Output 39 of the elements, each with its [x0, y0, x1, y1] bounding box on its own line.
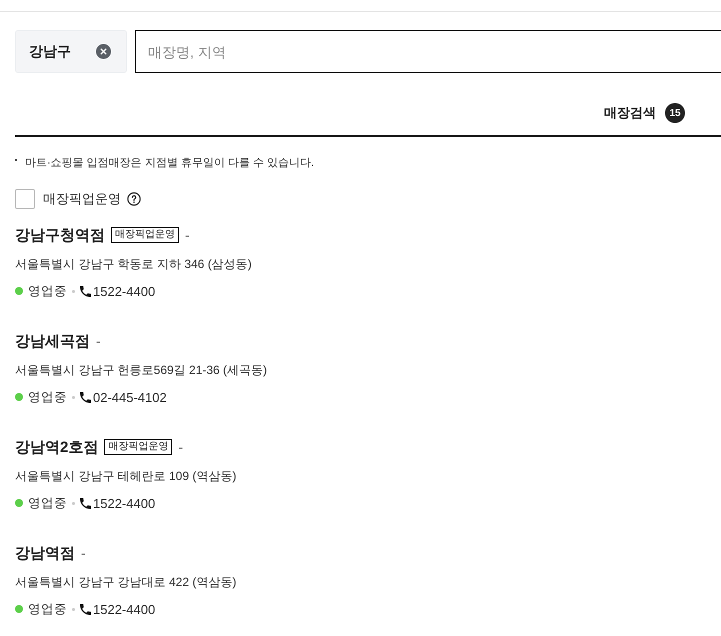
- pickup-badge: 매장픽업운영: [111, 227, 179, 243]
- phone-number: 02-445-4102: [93, 390, 167, 404]
- store-name[interactable]: 강남역점: [15, 544, 75, 562]
- dash-text: -: [185, 227, 190, 243]
- status-text: 영업중: [28, 388, 67, 406]
- notice-text: 마트·쇼핑몰 입점매장은 지점별 휴무일이 다를 수 있습니다.: [25, 156, 314, 170]
- help-icon[interactable]: [127, 192, 141, 206]
- phone-icon: [80, 604, 91, 614]
- dash-text: -: [178, 439, 184, 455]
- status-text: 영업중: [28, 600, 67, 618]
- separator-dot-icon: [72, 396, 75, 398]
- pickup-checkbox[interactable]: [15, 189, 35, 209]
- store-name[interactable]: 강남역2호점: [15, 438, 98, 456]
- store-address: 서울특별시 강남구 테헤란로 109 (역삼동): [15, 468, 238, 485]
- separator-dot-icon: [72, 608, 75, 610]
- phone-icon: [80, 286, 91, 296]
- close-icon[interactable]: [96, 44, 111, 59]
- store-address: 서울특별시 강남구 학동로 지하 346 (삼성동): [15, 256, 253, 273]
- store-address: 서울특별시 강남구 헌릉로569길 21-36 (세곡동): [15, 362, 268, 379]
- status-text: 영업중: [28, 282, 67, 300]
- pickup-badge: 매장픽업운영: [104, 439, 172, 455]
- phone-icon: [80, 498, 91, 508]
- store-name[interactable]: 강남구청역점: [15, 226, 105, 244]
- separator-dot-icon: [72, 290, 75, 292]
- store-address: 서울특별시 강남구 강남대로 422 (역삼동): [15, 574, 238, 591]
- chip-label: 강남구: [29, 42, 71, 60]
- separator-dot-icon: [72, 502, 75, 504]
- dash-text: -: [96, 333, 101, 349]
- phone-number: 1522-4400: [93, 602, 156, 616]
- store-name[interactable]: 강남세곡점: [15, 332, 90, 350]
- search-field[interactable]: 매장명, 지역: [135, 30, 721, 73]
- status-text: 영업중: [28, 494, 67, 512]
- phone-number: 1522-4400: [93, 284, 156, 298]
- checkbox-label: 매장픽업운영: [43, 190, 121, 208]
- count-badge: 15: [665, 103, 685, 123]
- dash-text: -: [81, 545, 86, 561]
- results-title: 매장검색: [604, 104, 656, 122]
- phone-icon: [80, 392, 91, 402]
- phone-number: 1522-4400: [93, 496, 156, 510]
